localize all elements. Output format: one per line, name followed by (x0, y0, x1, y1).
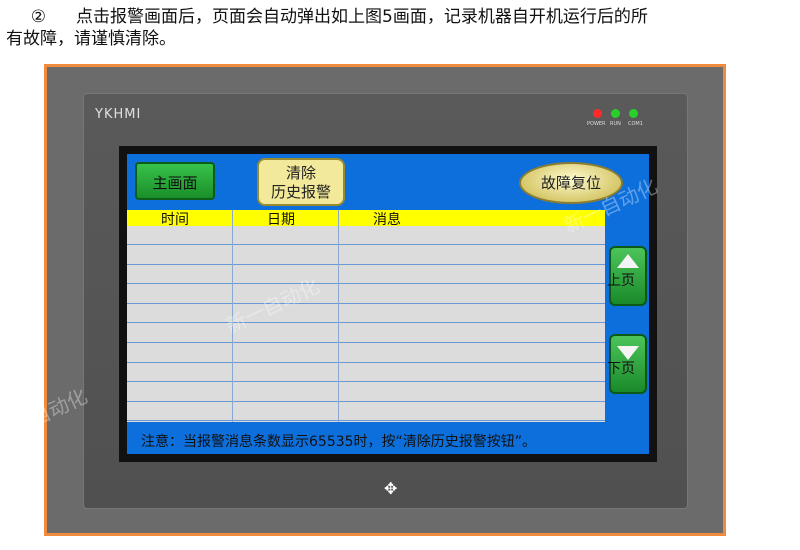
table-row (127, 304, 605, 324)
run-led-label: RUN (610, 121, 621, 127)
table-row (127, 402, 605, 422)
power-led (593, 109, 602, 118)
device-photo-frame: YKHMI POWER RUN COM1 主画面 清除 历史报警 故障复位 时间… (44, 64, 726, 536)
caption-line-1: 点击报警画面后，页面会自动弹出如上图5画面，记录机器自开机运行后的所 (76, 7, 648, 27)
navigation-knob-icon: ✥ (384, 479, 398, 498)
alarm-table-header: 时间 日期 消息 (127, 210, 605, 228)
table-row (127, 383, 605, 402)
clear-button-line-1: 清除 (285, 164, 316, 182)
table-row (127, 246, 605, 265)
run-led (611, 109, 620, 118)
com1-led-label: COM1 (628, 121, 643, 127)
table-row (127, 265, 605, 285)
hmi-screen: 主画面 清除 历史报警 故障复位 时间 日期 消息 上页 下页 注意：当报警消息… (119, 146, 657, 462)
table-row (127, 324, 605, 343)
caption-line-2: 有故障，请谨慎清除。 (6, 29, 176, 49)
alarm-history-screen: 主画面 清除 历史报警 故障复位 时间 日期 消息 上页 下页 注意：当报警消息… (127, 154, 649, 454)
column-divider (338, 210, 339, 422)
step-number: ② (30, 7, 46, 27)
alarm-table: 时间 日期 消息 (127, 210, 605, 422)
clear-history-alarm-button[interactable]: 清除 历史报警 (257, 158, 345, 206)
page-down-label: 下页 (607, 361, 635, 377)
com1-led (629, 109, 638, 118)
clear-button-line-2: 历史报警 (270, 183, 331, 201)
table-row (127, 285, 605, 304)
table-row (127, 363, 605, 383)
alarm-note: 注意：当报警消息条数显示65535时，按“清除历史报警按钮”。 (141, 434, 537, 450)
brand-label: YKHMI (95, 107, 142, 122)
page-up-label: 上页 (607, 273, 635, 289)
arrow-up-icon (617, 254, 639, 268)
table-row (127, 344, 605, 363)
page-up-button[interactable]: 上页 (607, 246, 647, 306)
main-screen-button[interactable]: 主画面 (135, 162, 215, 200)
power-led-label: POWER (587, 121, 606, 127)
table-row (127, 226, 605, 245)
page-down-button[interactable]: 下页 (607, 334, 647, 394)
